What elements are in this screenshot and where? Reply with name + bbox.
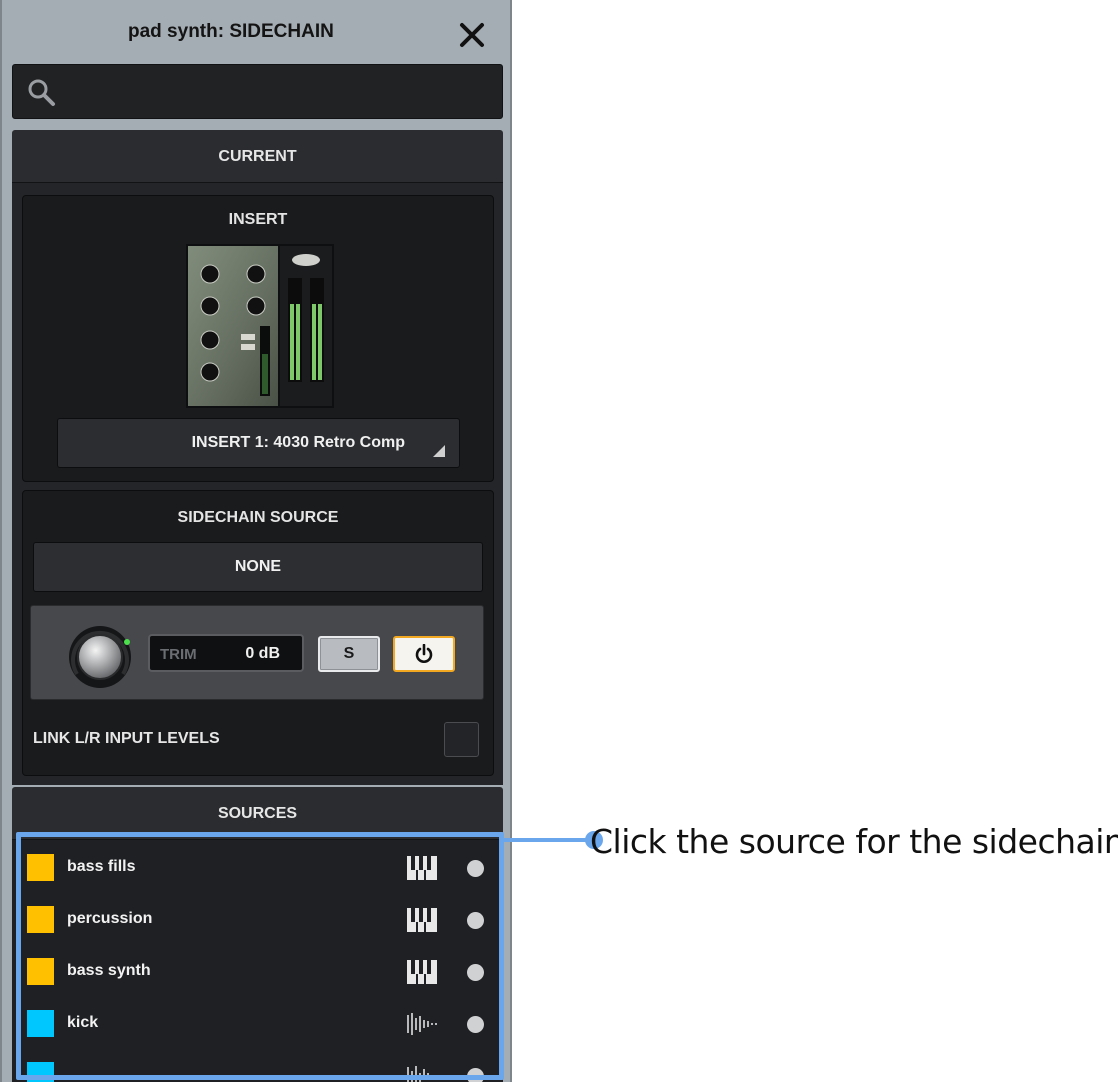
link-levels-checkbox[interactable] bbox=[444, 722, 479, 757]
power-icon bbox=[415, 644, 433, 663]
insert-dropdown-label: INSERT 1: 4030 Retro Comp bbox=[191, 434, 405, 451]
piano-icon bbox=[406, 959, 440, 985]
insert-dropdown[interactable]: INSERT 1: 4030 Retro Comp bbox=[57, 418, 460, 468]
piano-icon bbox=[406, 907, 440, 933]
source-name: kick bbox=[67, 1014, 99, 1031]
source-status-dot bbox=[467, 912, 484, 929]
link-levels-label: LINK L/R INPUT LEVELS bbox=[33, 730, 220, 747]
sidechain-panel: pad synth: SIDECHAIN CURRENT INSERT INSE… bbox=[0, 0, 512, 1082]
insert-title: INSERT bbox=[228, 211, 288, 228]
track-color-swatch bbox=[27, 958, 54, 985]
source-status-dot bbox=[467, 1016, 484, 1033]
track-color-swatch bbox=[27, 906, 54, 933]
search-input[interactable] bbox=[69, 75, 493, 111]
callout-annotation: Click the source for the sidechain bbox=[590, 822, 1118, 861]
title-bar: pad synth: SIDECHAIN bbox=[0, 0, 512, 62]
track-color-swatch bbox=[27, 1010, 54, 1037]
source-status-dot bbox=[467, 964, 484, 981]
source-name: percussion bbox=[67, 910, 153, 927]
panel-right-edge bbox=[510, 0, 512, 1082]
trim-label: TRIM bbox=[160, 646, 197, 663]
source-name: bass fills bbox=[67, 858, 136, 875]
plugin-thumbnail[interactable] bbox=[186, 244, 334, 408]
sources-header: SOURCES bbox=[12, 787, 503, 840]
close-icon[interactable] bbox=[458, 22, 486, 48]
current-header: CURRENT bbox=[12, 130, 503, 183]
waveform-icon bbox=[406, 1011, 440, 1037]
source-name: bass synth bbox=[67, 962, 151, 979]
search-bar[interactable] bbox=[12, 64, 503, 119]
dropdown-arrow-icon bbox=[433, 445, 445, 457]
source-item-bass-synth[interactable]: bass synth bbox=[16, 946, 504, 998]
solo-button[interactable]: S bbox=[318, 636, 380, 672]
source-item-percussion[interactable]: percussion bbox=[16, 894, 504, 946]
sidechain-source-title: SIDECHAIN SOURCE bbox=[177, 509, 339, 526]
source-status-dot bbox=[467, 1068, 484, 1082]
source-item-partial[interactable] bbox=[16, 1050, 504, 1082]
search-icon bbox=[27, 78, 57, 113]
trim-value: 0 dB bbox=[245, 645, 280, 662]
track-color-swatch bbox=[27, 1062, 54, 1082]
trim-knob[interactable] bbox=[67, 624, 133, 690]
callout-connector bbox=[504, 838, 596, 842]
source-item-kick[interactable]: kick bbox=[16, 998, 504, 1050]
piano-icon bbox=[406, 855, 440, 881]
power-button[interactable] bbox=[393, 636, 455, 672]
waveform-icon bbox=[406, 1063, 440, 1082]
trim-field[interactable]: TRIM 0 dB bbox=[148, 634, 304, 672]
sidechain-source-button[interactable]: NONE bbox=[33, 542, 483, 592]
source-item-bass-fills[interactable]: bass fills bbox=[16, 842, 504, 894]
window-title: pad synth: SIDECHAIN bbox=[128, 21, 334, 42]
panel-left-edge bbox=[0, 0, 2, 1082]
track-color-swatch bbox=[27, 854, 54, 881]
source-status-dot bbox=[467, 860, 484, 877]
